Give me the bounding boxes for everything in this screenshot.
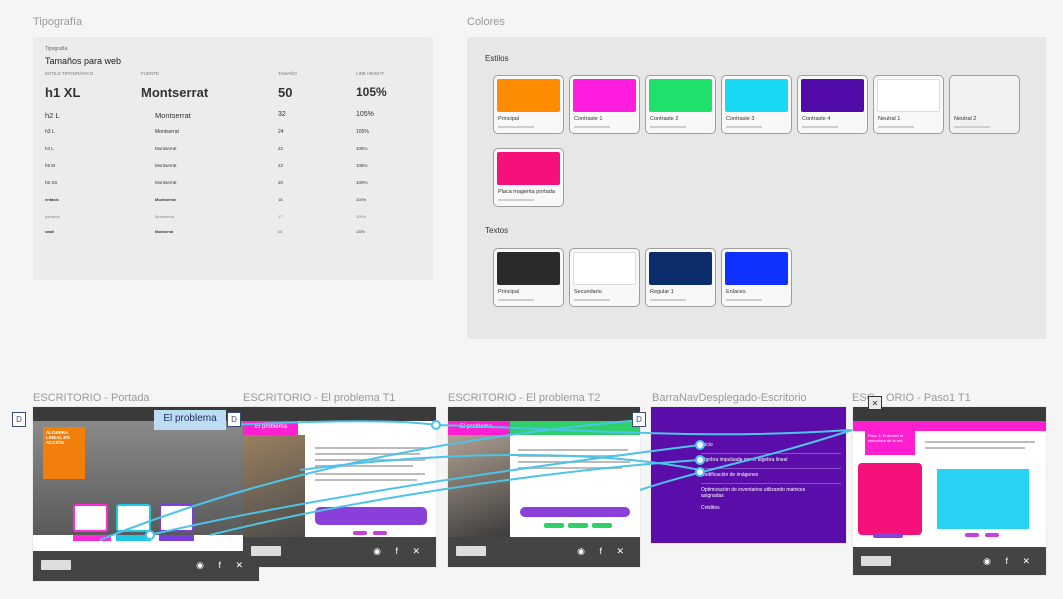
problema-flow-tag[interactable]: El problema bbox=[154, 410, 226, 430]
flow-start-icon[interactable]: D bbox=[632, 412, 646, 427]
flow-start-icon[interactable]: D bbox=[12, 412, 26, 427]
prototype-connectors bbox=[99, 419, 853, 541]
flow-start-icon[interactable]: D bbox=[227, 412, 241, 427]
close-icon[interactable]: ✕ bbox=[868, 396, 882, 410]
